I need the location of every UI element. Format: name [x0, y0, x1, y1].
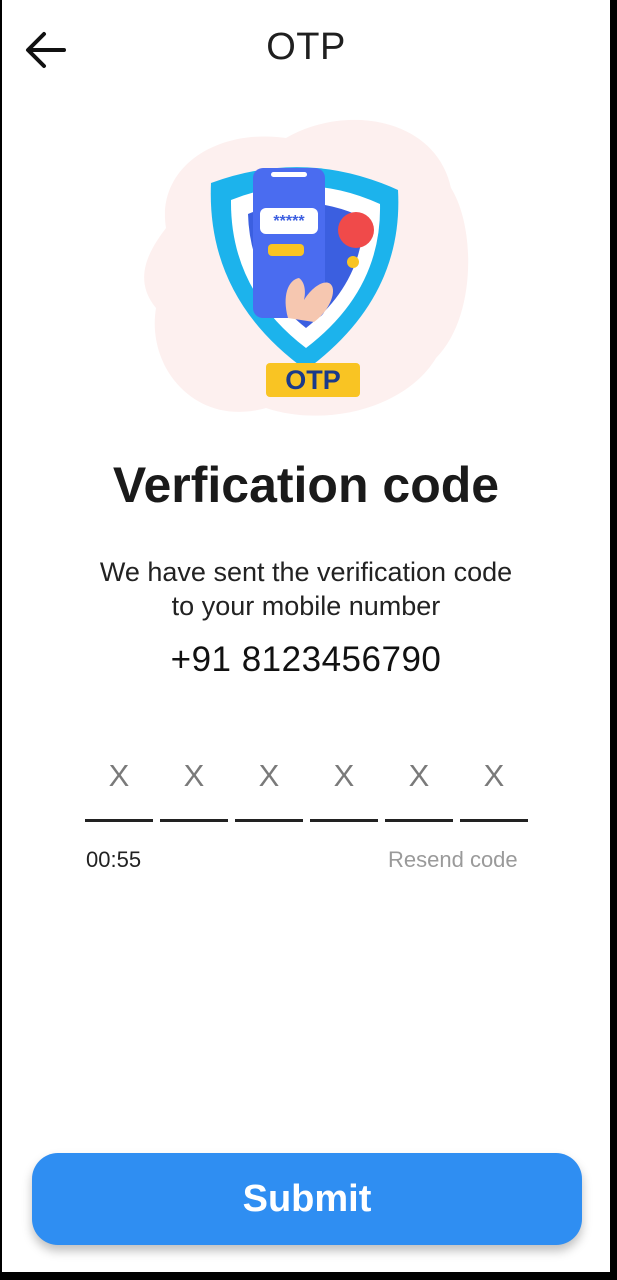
otp-badge-text: OTP — [285, 365, 341, 395]
otp-digit-6[interactable]: X — [460, 755, 528, 822]
verification-heading: Verfication code — [112, 457, 500, 513]
description-line-1: We have sent the verification code — [99, 557, 513, 587]
phone-number: +91 8123456790 — [170, 640, 442, 679]
otp-digit-3[interactable]: X — [235, 755, 303, 822]
submit-button[interactable]: Submit — [32, 1153, 582, 1245]
otp-illustration: ***** OTP — [136, 108, 476, 438]
verification-description: We have sent the verification code to yo… — [62, 555, 550, 623]
masked-code-text: ***** — [273, 213, 305, 230]
page-title: OTP — [266, 26, 346, 68]
otp-digit-1[interactable]: X — [85, 755, 153, 822]
otp-input-row: X X X X X X — [85, 755, 533, 822]
description-line-2: to your mobile number — [171, 591, 441, 621]
countdown-timer: 00:55 — [86, 847, 142, 872]
otp-digit-2[interactable]: X — [160, 755, 228, 822]
resend-code-link[interactable]: Resend code — [388, 847, 518, 873]
app-bar: OTP — [2, 0, 610, 96]
otp-digit-5[interactable]: X — [385, 755, 453, 822]
otp-screen: OTP ***** OTP Verfication code We have s… — [2, 0, 610, 1272]
otp-digit-4[interactable]: X — [310, 755, 378, 822]
